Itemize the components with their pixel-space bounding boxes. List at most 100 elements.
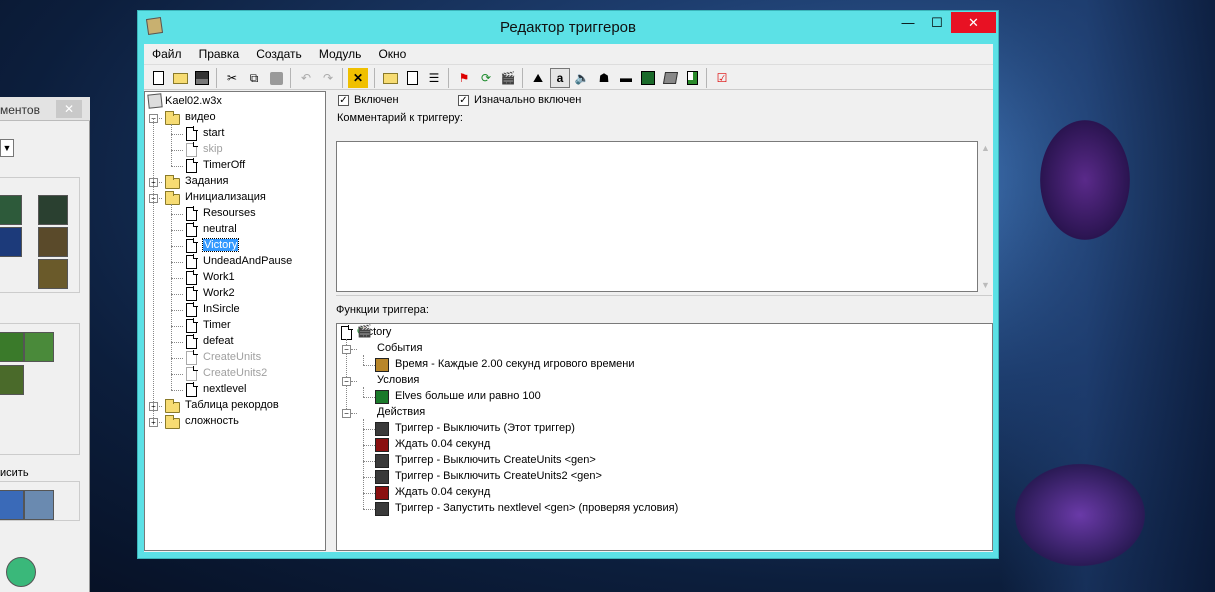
terrain-tile[interactable] <box>38 195 68 225</box>
terrain-tile[interactable] <box>38 259 68 289</box>
doodad-tile[interactable] <box>24 332 54 362</box>
comment-scrollbar[interactable]: ▲ ▼ <box>978 141 992 292</box>
maximize-button[interactable]: ☐ <box>924 12 950 33</box>
minimize-button[interactable]: — <box>895 12 921 33</box>
tree-item-label[interactable]: defeat <box>203 335 234 347</box>
tree-item-label[interactable]: UndeadAndPause <box>203 255 292 267</box>
tree-item-label[interactable]: InSircle <box>203 303 240 315</box>
actions-item[interactable]: Триггер - Выключить CreateUnits <gen> <box>395 454 596 466</box>
menu-window[interactable]: Окно <box>372 44 412 64</box>
tree-item-label[interactable]: видео <box>185 111 216 123</box>
terrain-editor-icon[interactable]: ⛰ <box>528 68 548 88</box>
new-event-icon[interactable]: ⚑ <box>454 68 474 88</box>
enabled-checkbox[interactable]: ✓ <box>338 95 349 106</box>
tree-connector <box>171 358 183 359</box>
tree-item-label[interactable]: neutral <box>203 223 237 235</box>
tree-item-label[interactable]: Таблица рекордов <box>185 399 279 411</box>
cut-icon[interactable]: ✂ <box>222 68 242 88</box>
editor-client: Kael02.w3x − видео start skip TimerOff + Задан… <box>144 90 993 552</box>
tool-palette: ментов ✕ ▼ исить <box>0 97 90 592</box>
new-category-icon[interactable] <box>380 68 400 88</box>
tree-connector <box>171 214 183 215</box>
menu-create[interactable]: Создать <box>250 44 308 64</box>
open-icon[interactable] <box>170 68 190 88</box>
tree-item-label[interactable]: Timer <box>203 319 231 331</box>
trigger-icon <box>186 158 198 173</box>
ai-editor-icon[interactable]: ☗ <box>594 68 614 88</box>
tree-connector <box>171 342 183 343</box>
palette-close-button[interactable]: ✕ <box>56 100 82 118</box>
collapse-toggle[interactable]: − <box>342 377 351 386</box>
close-button[interactable]: ✕ <box>951 12 996 33</box>
palette-dropdown[interactable]: ▼ <box>0 139 14 157</box>
trigger-icon <box>186 286 198 301</box>
terrain-tile[interactable] <box>0 195 22 225</box>
menu-edit[interactable]: Правка <box>193 44 246 64</box>
menu-module[interactable]: Модуль <box>313 44 368 64</box>
terrain-tile[interactable] <box>38 227 68 257</box>
toolbar-separator <box>342 68 343 88</box>
collapse-toggle[interactable]: − <box>342 409 351 418</box>
events-item[interactable]: Время - Каждые 2.00 секунд игрового врем… <box>395 358 634 370</box>
new-trigger-icon[interactable] <box>148 68 168 88</box>
background-art-tree <box>1040 120 1130 240</box>
collapse-toggle[interactable]: − <box>342 345 351 354</box>
paste-icon[interactable] <box>266 68 286 88</box>
test-map-icon[interactable]: ☑ <box>712 68 732 88</box>
functions-tree: Victory − ⚑ События Время - Каждые 2.00 секу… <box>336 323 993 551</box>
actions-item[interactable]: Ждать 0.04 секунд <box>395 438 490 450</box>
window-title: Редактор триггеров <box>500 19 636 36</box>
trigger-icon <box>186 318 198 333</box>
save-icon[interactable] <box>192 68 212 88</box>
new-condition-icon[interactable]: ⟳ <box>476 68 496 88</box>
tree-item-label[interactable]: Work1 <box>203 271 235 283</box>
redo-icon[interactable]: ↷ <box>318 68 338 88</box>
tree-connector <box>171 204 172 390</box>
trigger-icon <box>186 382 198 397</box>
tree-item-label[interactable]: CreateUnits <box>203 351 261 363</box>
trigger-editor-window: Редактор триггеров — ☐ ✕ Файл Правка Соз… <box>137 10 999 559</box>
conditions-item[interactable]: Elves больше или равно 100 <box>395 390 541 402</box>
tool-tile[interactable] <box>24 490 54 520</box>
tree-item-label[interactable]: nextlevel <box>203 383 246 395</box>
copy-icon[interactable]: ⧉ <box>244 68 264 88</box>
pane-splitter[interactable] <box>336 295 992 304</box>
tree-item-label[interactable]: сложность <box>185 415 239 427</box>
new-trigger-doc-icon[interactable] <box>402 68 422 88</box>
tree-item-label[interactable]: Resourses <box>203 207 256 219</box>
import-icon[interactable] <box>682 68 702 88</box>
objects-editor-icon[interactable] <box>660 68 680 88</box>
trigger-editor-icon[interactable]: a <box>550 68 570 88</box>
tree-item-label[interactable]: CreateUnits2 <box>203 367 267 379</box>
comment-textarea[interactable] <box>336 141 978 292</box>
tree-item-label[interactable]: Victory <box>201 238 240 252</box>
doodad-tile[interactable] <box>0 332 24 362</box>
tool-tile[interactable] <box>0 490 24 520</box>
comment-label: Комментарий к триггеру: <box>337 112 463 124</box>
actions-item[interactable]: Ждать 0.04 секунд <box>395 486 490 498</box>
tree-item-label[interactable]: Задания <box>185 175 228 187</box>
initially-on-checkbox[interactable]: ✓ <box>458 95 469 106</box>
tree-root[interactable]: Kael02.w3x <box>165 93 222 109</box>
background-art-floor <box>1010 460 1150 570</box>
actions-item[interactable]: Триггер - Выключить (Этот триггер) <box>395 422 575 434</box>
tree-item-label[interactable]: TimerOff <box>203 159 245 171</box>
sound-editor-icon[interactable]: 🔈 <box>572 68 592 88</box>
palette-swatch[interactable] <box>6 557 36 587</box>
terrain-tile[interactable] <box>0 227 22 257</box>
new-action-icon[interactable]: 🎬 <box>498 68 518 88</box>
doodad-tile[interactable] <box>0 365 24 395</box>
tree-item-label[interactable]: Инициализация <box>185 191 266 203</box>
camera-icon[interactable]: ▬ <box>616 68 636 88</box>
undo-icon[interactable]: ↶ <box>296 68 316 88</box>
menu-file[interactable]: Файл <box>146 44 188 64</box>
delete-icon[interactable]: ✕ <box>348 68 368 88</box>
tree-item-label[interactable]: skip <box>203 143 223 155</box>
new-comment-icon[interactable]: ☰ <box>424 68 444 88</box>
actions-item[interactable]: Триггер - Запустить nextlevel <gen> (про… <box>395 502 678 514</box>
actions-item[interactable]: Триггер - Выключить CreateUnits2 <gen> <box>395 470 602 482</box>
tree-item-label[interactable]: Work2 <box>203 287 235 299</box>
tree-item-label[interactable]: start <box>203 127 224 139</box>
regions-icon[interactable] <box>638 68 658 88</box>
action-item-icon <box>375 502 389 516</box>
